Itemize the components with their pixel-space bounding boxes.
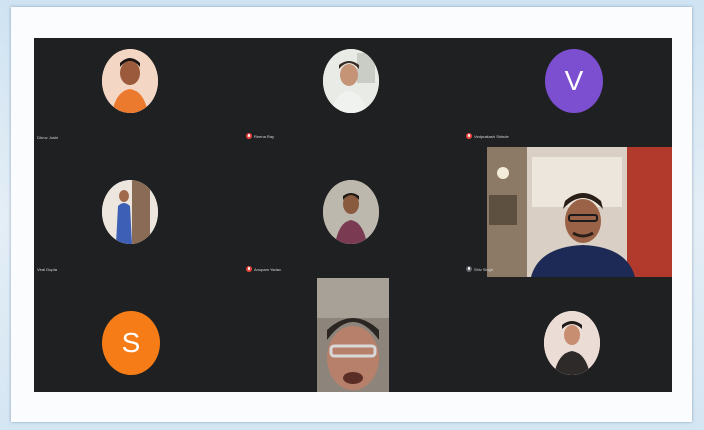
video-feed-image [487,147,672,277]
person-photo-icon [323,49,379,113]
participant-tile[interactable] [246,276,458,392]
participant-tile[interactable]: Anupam Yadav [246,146,458,276]
participant-name: Vedprakash Shinde [466,133,509,139]
participant-avatar [544,311,600,375]
participant-avatar [102,49,158,113]
letter-avatar: V [545,49,603,113]
muted-mic-icon [466,133,472,139]
person-photo-icon [544,311,600,375]
participant-avatar [323,49,379,113]
muted-mic-icon [246,133,252,139]
meeting-grid: Dhruv Joshi Reena Ray V Vedprakash Shind… [34,38,672,392]
participant-name: Reena Ray [246,133,274,139]
person-photo-icon [102,180,158,244]
participant-tile[interactable]: Reena Ray [246,38,458,146]
participant-tile[interactable]: Shiv Singh [458,146,672,277]
participant-name: Viral Gupta [37,267,57,272]
participant-video [487,147,672,277]
participant-video [317,278,389,392]
muted-mic-icon [466,266,472,272]
participant-tile[interactable] [458,276,672,392]
muted-mic-icon [246,266,252,272]
participant-name: Anupam Yadav [246,266,281,272]
participant-name: Shiv Singh [466,266,493,272]
letter-avatar: S [102,311,160,375]
participant-tile[interactable]: Viral Gupta [34,146,246,276]
participant-tile[interactable]: Dhruv Joshi [34,38,246,146]
participant-tile[interactable]: S [34,276,246,392]
participant-tile[interactable]: V Vedprakash Shinde [458,38,672,146]
participant-avatar [102,180,158,244]
video-feed-image [317,278,389,392]
participant-name: Dhruv Joshi [37,135,59,140]
person-photo-icon [102,49,158,113]
person-photo-icon [323,180,379,244]
participant-avatar [323,180,379,244]
